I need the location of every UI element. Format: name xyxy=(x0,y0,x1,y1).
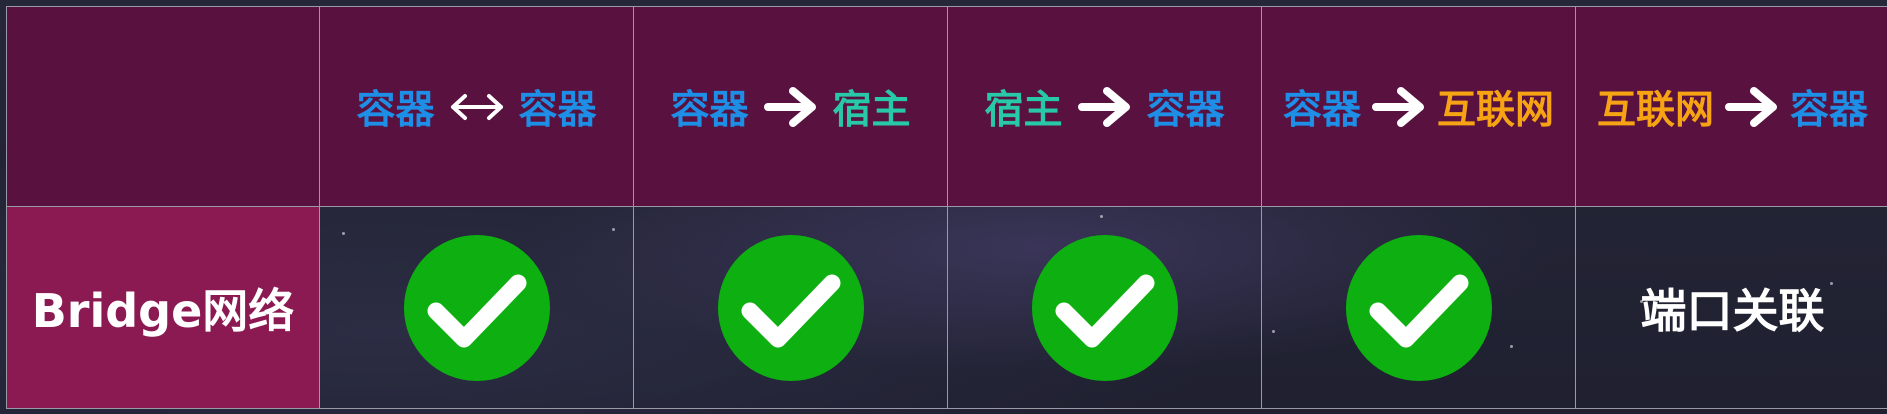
check-circle-icon xyxy=(1345,234,1492,381)
double-arrow-icon xyxy=(450,93,503,120)
right-arrow-icon xyxy=(1372,86,1424,127)
header-to-label: 容器 xyxy=(518,87,597,133)
port-mapping-text: 端口关联 xyxy=(1640,283,1825,338)
row-label: Bridge网络 xyxy=(31,283,295,338)
right-arrow-icon xyxy=(763,86,816,127)
header-row: 容器 容器 容器 宿主 宿主 容器 容器 互联网 互联网 容器 xyxy=(6,6,1887,207)
header-cell-container-to-host: 容器 宿主 xyxy=(633,6,948,207)
network-matrix-slide: 容器 容器 容器 宿主 宿主 容器 容器 互联网 互联网 容器 Bridge网络… xyxy=(0,0,1887,414)
bridge-network-row: Bridge网络 端口关联 xyxy=(6,206,1887,409)
header-to-label: 互联网 xyxy=(1437,87,1555,133)
right-arrow-icon xyxy=(1077,86,1130,127)
row-label-cell: Bridge网络 xyxy=(6,206,320,409)
cell-container-to-host xyxy=(633,206,948,409)
network-comparison-table: 容器 容器 容器 宿主 宿主 容器 容器 互联网 互联网 容器 Bridge网络… xyxy=(6,6,1887,409)
cell-container-to-internet xyxy=(1261,206,1576,409)
header-cell-container-to-container: 容器 容器 xyxy=(319,6,634,207)
cell-internet-to-container: 端口关联 xyxy=(1575,206,1887,409)
header-from-label: 容器 xyxy=(1282,87,1361,133)
header-from-label: 容器 xyxy=(670,87,749,133)
cell-host-to-container xyxy=(947,206,1262,409)
header-cell-internet-to-container: 互联网 容器 xyxy=(1575,6,1887,207)
header-cell-host-to-container: 宿主 容器 xyxy=(947,6,1262,207)
header-cell-container-to-internet: 容器 互联网 xyxy=(1261,6,1576,207)
right-arrow-icon xyxy=(1725,86,1777,127)
header-to-label: 宿主 xyxy=(832,87,911,133)
header-corner-cell xyxy=(6,6,320,207)
header-from-label: 容器 xyxy=(356,87,435,133)
check-circle-icon xyxy=(403,234,550,381)
check-circle-icon xyxy=(1031,234,1178,381)
header-to-label: 容器 xyxy=(1146,87,1225,133)
header-from-label: 互联网 xyxy=(1596,87,1714,133)
cell-container-to-container xyxy=(319,206,634,409)
header-to-label: 容器 xyxy=(1790,87,1869,133)
check-circle-icon xyxy=(717,234,864,381)
header-from-label: 宿主 xyxy=(984,87,1063,133)
